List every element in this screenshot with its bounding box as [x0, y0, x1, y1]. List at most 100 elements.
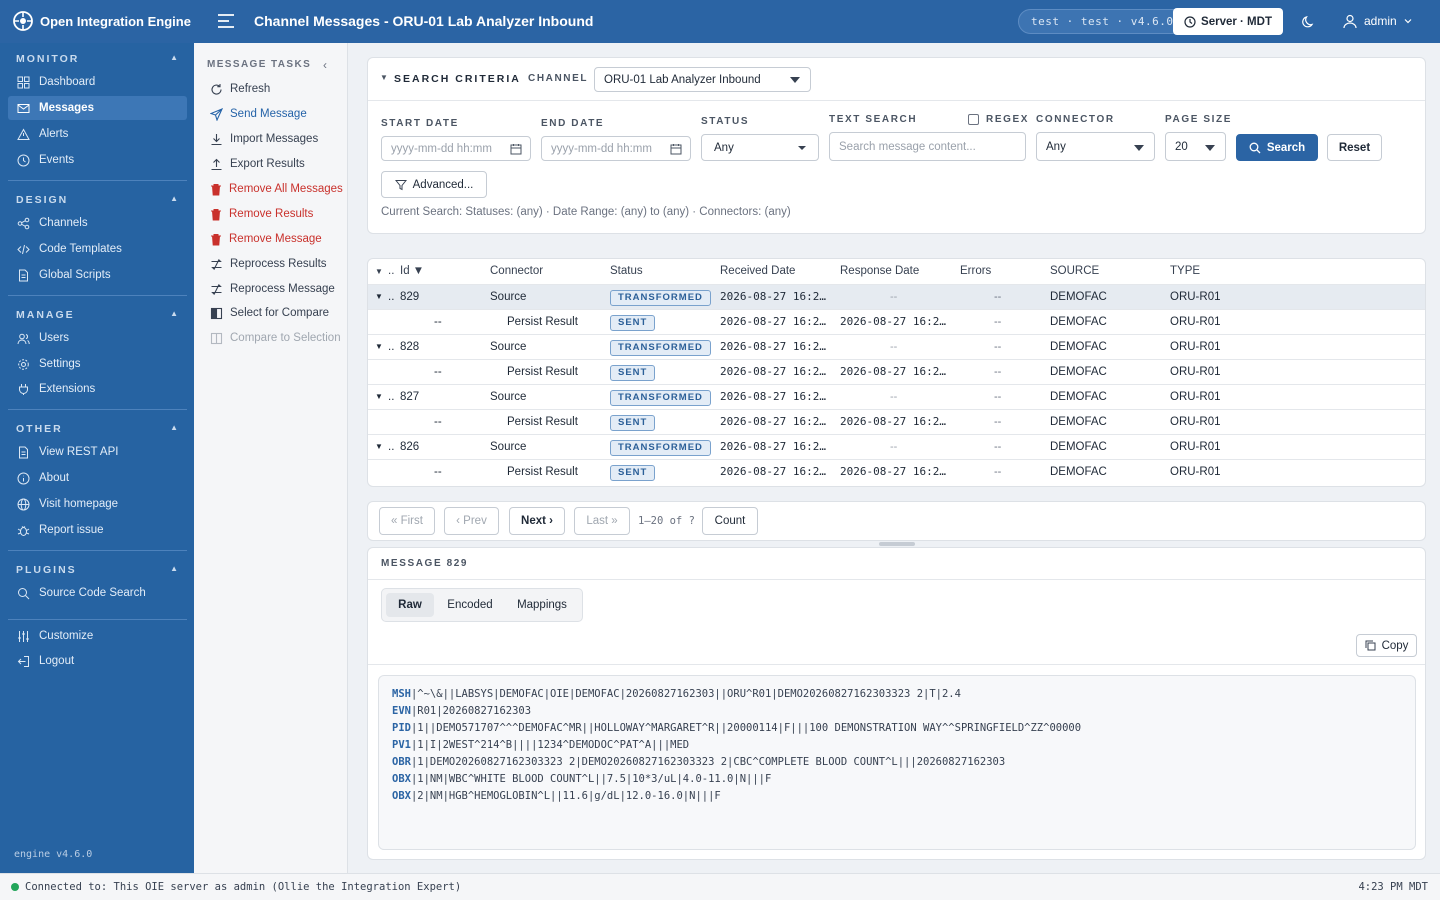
tab-raw[interactable]: Raw [386, 593, 434, 617]
app-header: Open Integration Engine Channel Messages… [0, 0, 1440, 43]
first-page-button[interactable]: « First [379, 507, 435, 535]
sidebar-item-global-scripts[interactable]: Global Scripts [8, 263, 187, 287]
column-header-response[interactable]: Response Date [840, 259, 919, 284]
table-header-row: ▼ .. Id ▼ Connector Status Received Date… [368, 259, 1425, 284]
section-manage[interactable]: MANAGE ▲ [16, 309, 178, 321]
column-header-errors[interactable]: Errors [960, 259, 991, 284]
dropdown-arrow-icon [798, 146, 806, 150]
resize-handle[interactable] [879, 542, 915, 546]
user-menu[interactable]: admin [1342, 13, 1413, 29]
sidebar-item-extensions[interactable]: Extensions [8, 377, 187, 401]
sidebar-item-settings[interactable]: Settings [8, 352, 187, 376]
expand-row-icon[interactable]: ▼ [375, 435, 383, 460]
task-remove-all-messages[interactable]: Remove All Messages [210, 180, 343, 198]
calendar-icon[interactable] [510, 143, 522, 155]
sidebar-item-messages[interactable]: Messages [8, 96, 187, 120]
start-date-input[interactable]: yyyy-mm-dd hh:mm [381, 136, 531, 161]
dark-mode-icon[interactable] [1301, 13, 1317, 29]
tab-mappings[interactable]: Mappings [510, 593, 574, 617]
sidebar-item-source-code-search[interactable]: Source Code Search [8, 581, 187, 605]
sidebar-item-logout[interactable]: Logout [8, 649, 187, 673]
task-remove-results[interactable]: Remove Results [210, 205, 313, 223]
table-row[interactable]: -- Persist Result SENT 2026-08-27 16:2… 2026… [368, 359, 1425, 384]
sidebar-item-homepage[interactable]: Visit homepage [8, 492, 187, 516]
task-compare-to-selection[interactable]: Compare to Selection [210, 329, 341, 347]
trash-icon [211, 208, 221, 220]
task-reprocess-message[interactable]: Reprocess Message [210, 280, 335, 298]
sidebar-item-customize[interactable]: Customize [8, 624, 187, 648]
collapse-icon[interactable]: ▼ [380, 73, 388, 82]
sidebar-item-rest-api[interactable]: View REST API [8, 440, 187, 464]
server-time-button[interactable]: Server · MDT [1173, 8, 1283, 35]
column-header-source[interactable]: SOURCE [1050, 259, 1099, 284]
pagination-bar: « First ‹ Prev Next › Last » 1–20 of ? C… [367, 501, 1426, 541]
next-page-button[interactable]: Next › [509, 507, 565, 535]
section-plugins[interactable]: PLUGINS ▲ [16, 564, 178, 576]
column-header-connector[interactable]: Connector [490, 259, 543, 284]
column-header-status[interactable]: Status [610, 259, 643, 284]
task-refresh[interactable]: Refresh [210, 80, 270, 98]
end-date-input[interactable]: yyyy-mm-dd hh:mm [541, 136, 691, 161]
warning-icon [17, 127, 30, 140]
logout-icon [17, 655, 29, 667]
row-received-date: 2026-08-27 16:2… [720, 440, 826, 453]
app-logo[interactable]: Open Integration Engine [12, 10, 191, 32]
expand-row-icon[interactable]: ▼ [375, 285, 383, 310]
copy-button[interactable]: Copy [1356, 634, 1417, 657]
column-header-received[interactable]: Received Date [720, 259, 795, 284]
table-row[interactable]: ▼.. 826 Source TRANSFORMED 2026-08-27 16:2… -… [368, 434, 1425, 460]
sidebar-item-alerts[interactable]: Alerts [8, 122, 187, 146]
search-icon [18, 587, 30, 599]
table-row[interactable]: ▼.. 828 Source TRANSFORMED 2026-08-27 16:2… -… [368, 334, 1425, 360]
row-errors: -- [994, 341, 1002, 353]
channel-select[interactable]: ORU-01 Lab Analyzer Inbound [594, 67, 811, 92]
calendar-icon[interactable] [670, 143, 682, 155]
collapse-panel-icon[interactable]: ‹ [323, 58, 327, 72]
sidebar-item-users[interactable]: Users [8, 326, 187, 350]
expand-row-icon[interactable]: ▼ [375, 335, 383, 360]
table-row[interactable]: ▼.. 827 Source TRANSFORMED 2026-08-27 16:2… -… [368, 384, 1425, 410]
text-search-input[interactable]: Search message content... [829, 132, 1026, 161]
expand-row-icon[interactable]: ▼ [375, 385, 383, 410]
sidebar-item-about[interactable]: About [8, 466, 187, 490]
raw-message-content[interactable]: MSH|^~\&||LABSYS|DEMOFAC|OIE|DEMOFAC|202… [378, 675, 1416, 850]
status-select[interactable]: Any [701, 134, 819, 161]
task-remove-message[interactable]: Remove Message [210, 230, 322, 248]
menu-toggle-icon[interactable] [216, 12, 236, 30]
status-badge: SENT [610, 365, 656, 381]
task-import-messages[interactable]: Import Messages [210, 130, 318, 148]
advanced-button[interactable]: Advanced... [381, 171, 487, 198]
reset-button[interactable]: Reset [1327, 134, 1382, 161]
divider [8, 409, 187, 410]
column-header-type[interactable]: TYPE [1170, 259, 1200, 284]
sidebar-item-code-templates[interactable]: Code Templates [8, 237, 187, 261]
tab-encoded[interactable]: Encoded [442, 593, 498, 617]
page-size-select[interactable]: 20 [1165, 132, 1226, 161]
sidebar-item-channels[interactable]: Channels [8, 211, 187, 235]
expand-all-icon[interactable]: ▼ [375, 259, 383, 284]
connector-select[interactable]: Any [1036, 132, 1155, 161]
table-row[interactable]: ▼.. 829 Source TRANSFORMED 2026-08-27 16:2… -… [368, 284, 1425, 310]
prev-page-button[interactable]: ‹ Prev [444, 507, 499, 535]
task-select-for-compare[interactable]: Select for Compare [210, 304, 329, 322]
segment-id: OBX [392, 790, 411, 802]
table-row[interactable]: -- Persist Result SENT 2026-08-27 16:2… 2026… [368, 409, 1425, 434]
last-page-button[interactable]: Last » [574, 507, 630, 535]
task-send-message[interactable]: Send Message [210, 105, 307, 123]
sidebar-item-report-issue[interactable]: Report issue [8, 518, 187, 542]
regex-checkbox[interactable] [968, 114, 979, 125]
column-header-id[interactable]: Id ▼ [400, 259, 424, 284]
section-monitor[interactable]: MONITOR ▲ [16, 53, 178, 65]
sidebar-item-events[interactable]: Events [8, 148, 187, 172]
row-dots: .. [388, 391, 395, 403]
count-button[interactable]: Count [702, 507, 758, 535]
search-button[interactable]: Search [1236, 134, 1318, 161]
row-connector: Persist Result [507, 466, 578, 478]
section-design[interactable]: DESIGN ▲ [16, 194, 178, 206]
table-row[interactable]: -- Persist Result SENT 2026-08-27 16:2… 2026… [368, 459, 1425, 484]
task-export-results[interactable]: Export Results [210, 155, 305, 173]
sidebar-item-dashboard[interactable]: Dashboard [8, 70, 187, 94]
section-other[interactable]: OTHER ▲ [16, 423, 178, 435]
task-reprocess-results[interactable]: Reprocess Results [210, 255, 327, 273]
table-row[interactable]: -- Persist Result SENT 2026-08-27 16:2… 2026… [368, 309, 1425, 334]
